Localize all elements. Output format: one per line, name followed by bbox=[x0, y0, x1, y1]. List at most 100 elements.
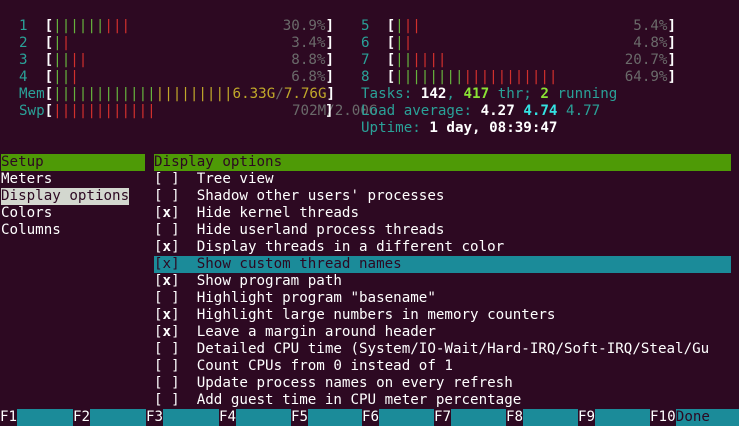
cpu-bar-user: |||||| bbox=[53, 18, 105, 34]
cpu-number: 2 bbox=[19, 35, 45, 51]
option-label: Tree view bbox=[179, 171, 274, 187]
option-checkbox[interactable]: [x] bbox=[154, 307, 180, 323]
running-count: 2 bbox=[540, 86, 549, 102]
mem-meter: Mem[|||||||||||||||||||||6.33G/7.76G] bbox=[19, 86, 336, 102]
fkey-f8[interactable]: F8 bbox=[506, 409, 523, 426]
fkey-f1[interactable]: F1 bbox=[0, 409, 17, 426]
option-label: Hide kernel threads bbox=[179, 205, 360, 221]
option-row[interactable]: [x] Hide kernel threads bbox=[154, 205, 731, 222]
fkey-f1-label[interactable] bbox=[17, 409, 73, 426]
cpu-percent: 64.9%] bbox=[624, 69, 676, 85]
cpu-bar-user: | bbox=[395, 35, 404, 51]
fkey-f3[interactable]: F3 bbox=[146, 409, 163, 426]
fkey-f10[interactable]: F10 bbox=[650, 409, 676, 426]
option-row[interactable]: [ ] Highlight program "basename" bbox=[154, 290, 731, 307]
fkey-f10-label[interactable]: Done bbox=[675, 409, 739, 426]
option-checkbox[interactable]: [ ] bbox=[154, 222, 180, 238]
meter-bracket-open: [ bbox=[386, 18, 396, 34]
setup-category-colors[interactable]: Colors bbox=[1, 205, 52, 222]
cpu-bar-system: ||||||||||| bbox=[463, 69, 558, 85]
option-row[interactable]: [ ] Add guest time in CPU meter percenta… bbox=[154, 392, 731, 409]
swap-bracket-close: ] bbox=[325, 103, 334, 119]
fkey-f6-label[interactable] bbox=[379, 409, 434, 426]
fkey-f3-label[interactable] bbox=[163, 409, 219, 426]
option-label: Add guest time in CPU meter percentage bbox=[179, 392, 522, 408]
cpu-number: 7 bbox=[361, 52, 387, 68]
cpu-meter-6: 6 [|| bbox=[361, 35, 412, 52]
cpu-bar-system: | bbox=[403, 35, 413, 51]
option-row[interactable]: [x] Show custom thread names bbox=[154, 256, 731, 273]
fkey-f7[interactable]: F7 bbox=[434, 409, 451, 426]
option-checkbox[interactable]: [ ] bbox=[154, 375, 180, 391]
meter-bracket-open: [ bbox=[386, 52, 396, 68]
option-checkbox[interactable]: [ ] bbox=[154, 358, 180, 374]
fkey-f5-label[interactable] bbox=[308, 409, 362, 426]
tasks-count: 142 bbox=[420, 86, 447, 102]
cpu-percent: 3.4%] bbox=[291, 35, 334, 51]
option-row[interactable]: [ ] Update process names on every refres… bbox=[154, 375, 731, 392]
option-row[interactable]: [x] Leave a margin around header bbox=[154, 324, 731, 341]
cpu-meter-5: 5 [||| bbox=[361, 18, 421, 35]
setup-category-columns[interactable]: Columns bbox=[1, 222, 61, 239]
fkey-f2-label[interactable] bbox=[90, 409, 146, 426]
cpu-number: 5 bbox=[361, 18, 387, 34]
cpu-meter-4: 4 [||| bbox=[19, 69, 79, 86]
cpu-percent: 30.9%] bbox=[282, 18, 334, 34]
tasks-line: Tasks: 142, 417 thr; 2 running bbox=[361, 86, 618, 102]
option-checkbox[interactable]: [ ] bbox=[154, 171, 180, 187]
option-checkbox[interactable]: [x] bbox=[154, 205, 180, 221]
fkey-f7-label[interactable] bbox=[451, 409, 506, 426]
function-key-bar: F1 F2 F3 F4 F5 F6 F7 F8 F9 F10 Done bbox=[0, 409, 739, 426]
swap-meter: Swp[|||||||||||| bbox=[19, 103, 156, 119]
setup-category-display-options[interactable]: Display options bbox=[1, 188, 130, 205]
option-row[interactable]: [ ] Count CPUs from 0 instead of 1 bbox=[154, 358, 731, 375]
threads-count: 417 bbox=[463, 86, 490, 102]
option-row[interactable]: [x] Display threads in a different color bbox=[154, 239, 731, 256]
fkey-f2[interactable]: F2 bbox=[73, 409, 90, 426]
option-checkbox[interactable]: [x] bbox=[154, 239, 180, 255]
option-checkbox[interactable]: [x] bbox=[154, 256, 180, 272]
option-checkbox[interactable]: [ ] bbox=[154, 188, 180, 204]
option-checkbox[interactable]: [ ] bbox=[154, 341, 180, 357]
option-row[interactable]: [ ] Tree view bbox=[154, 171, 731, 188]
fkey-f4-label[interactable] bbox=[236, 409, 291, 426]
cpu-percent: 20.7%] bbox=[624, 52, 676, 68]
fkey-f4[interactable]: F4 bbox=[219, 409, 236, 426]
cpu-meter-1: 1 [||||||||| bbox=[19, 18, 130, 35]
tasks-label: Tasks: bbox=[361, 86, 413, 102]
cpu-number: 1 bbox=[19, 18, 45, 34]
option-checkbox[interactable]: [x] bbox=[154, 273, 180, 289]
option-checkbox[interactable]: [ ] bbox=[154, 290, 180, 306]
fkey-f9[interactable]: F9 bbox=[578, 409, 595, 426]
fkey-f9-label[interactable] bbox=[595, 409, 650, 426]
option-row[interactable]: [x] Show program path bbox=[154, 273, 731, 290]
option-row[interactable]: [ ] Hide userland process threads bbox=[154, 222, 731, 239]
cpu-number: 6 bbox=[361, 35, 387, 51]
uptime-value: 1 day, 08:39:47 bbox=[429, 120, 558, 136]
cpu-bar-system: |||| bbox=[412, 52, 447, 68]
option-label: Display threads in a different color bbox=[179, 239, 505, 255]
fkey-f5[interactable]: F5 bbox=[291, 409, 308, 426]
cpu-meter-3: 3 [|||| bbox=[19, 52, 87, 69]
threads-label: thr; bbox=[497, 86, 532, 102]
option-row[interactable]: [ ] Detailed CPU time (System/IO-Wait/Ha… bbox=[154, 341, 731, 358]
option-label: Highlight program "basename" bbox=[179, 290, 436, 306]
load-5: 4.74 bbox=[523, 103, 558, 119]
setup-category-meters[interactable]: Meters bbox=[1, 171, 52, 188]
option-row[interactable]: [ ] Shadow other users' processes bbox=[154, 188, 731, 205]
cpu-bar-user: | bbox=[395, 18, 404, 34]
option-checkbox[interactable]: [ ] bbox=[154, 392, 180, 408]
fkey-f8-label[interactable] bbox=[523, 409, 578, 426]
option-checkbox[interactable]: [x] bbox=[154, 324, 180, 340]
setup-categories-header: Setup bbox=[1, 154, 145, 171]
option-row[interactable]: [x] Highlight large numbers in memory co… bbox=[154, 307, 731, 324]
uptime-label: Uptime: bbox=[361, 120, 421, 136]
option-label: Show custom thread names bbox=[179, 256, 402, 272]
option-label: Hide userland process threads bbox=[179, 222, 445, 238]
meter-bracket-open: [ bbox=[44, 18, 54, 34]
options-panel-header: Display options bbox=[154, 154, 731, 171]
mem-label: Mem bbox=[19, 86, 45, 102]
fkey-f6[interactable]: F6 bbox=[362, 409, 379, 426]
load-15: 4.77 bbox=[566, 103, 601, 119]
mem-total: 7.76G bbox=[283, 86, 327, 102]
